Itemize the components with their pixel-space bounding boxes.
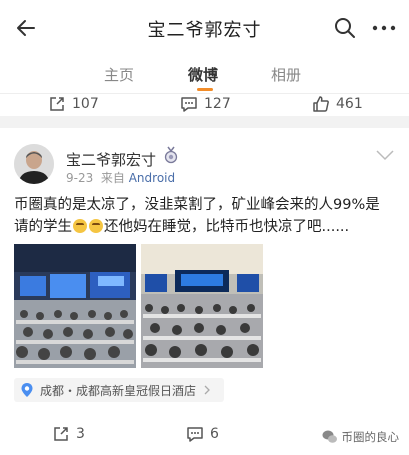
repost-button[interactable]: 3 [52,424,85,444]
profile-tabs: 主页 微博 相册 [0,58,409,94]
comment-icon [181,97,197,112]
weibo-post-card: 宝二爷郭宏寸 9-23 来自 Android 币圈真的是太凉了，没韭菜割了，矿业… [0,128,409,455]
watermark-text: 币圈的良心 [341,430,400,444]
verified-badge-icon [164,146,178,164]
repost-count: 3 [76,426,85,442]
previous-post-action-bar: 107 127 461 [0,94,409,116]
comment-count: 6 [210,426,219,442]
like-count: 461 [336,96,363,112]
repost-count: 107 [72,96,99,112]
chevron-down-icon[interactable] [375,148,395,162]
comment-button[interactable]: 127 [180,94,231,114]
location-pin-icon [21,383,33,397]
active-tab-indicator [197,88,213,91]
comment-icon [187,427,203,442]
wechat-logo-icon [322,430,337,443]
repost-icon [54,427,68,441]
author-name[interactable]: 宝二爷郭宏寸 [66,149,156,170]
watermark: 币圈的良心 [322,429,400,445]
laugh-cry-emoji-icon [73,219,87,233]
source-prefix: 来自 [100,171,125,185]
tab-album[interactable]: 相册 [271,64,301,85]
comment-count: 127 [204,96,231,112]
post-image-1[interactable] [14,244,136,368]
location-text: 成都・成都高新皇冠假日酒店 [40,383,197,398]
chevron-right-icon [204,385,210,395]
avatar[interactable] [14,144,54,184]
tab-weibo[interactable]: 微博 [188,64,218,85]
post-date: 9-23 [66,171,94,185]
comment-button[interactable]: 6 [186,424,219,444]
location-tag[interactable]: 成都・成都高新皇冠假日酒店 [14,378,225,402]
post-text: 币圈真的是太凉了，没韭菜割了，矿业峰会来的人99%是请的学生 还他妈在睡觉，比特币… [14,194,394,238]
post-source[interactable]: Android [129,171,175,185]
top-nav-bar: 宝二爷郭宏寸 [0,0,409,58]
laugh-cry-emoji-icon [89,219,103,233]
post-image-2[interactable] [141,244,263,368]
tab-home[interactable]: 主页 [104,64,134,85]
more-icon[interactable] [371,16,397,40]
post-meta: 9-23 来自 Android [66,169,175,186]
like-icon [313,96,329,112]
repost-icon [50,97,64,111]
search-icon[interactable] [333,16,357,40]
post-text-part2: 还他妈在睡觉，比特币也快凉了吧...... [104,219,350,235]
repost-button[interactable]: 107 [48,94,99,114]
like-button[interactable]: 461 [312,94,363,114]
